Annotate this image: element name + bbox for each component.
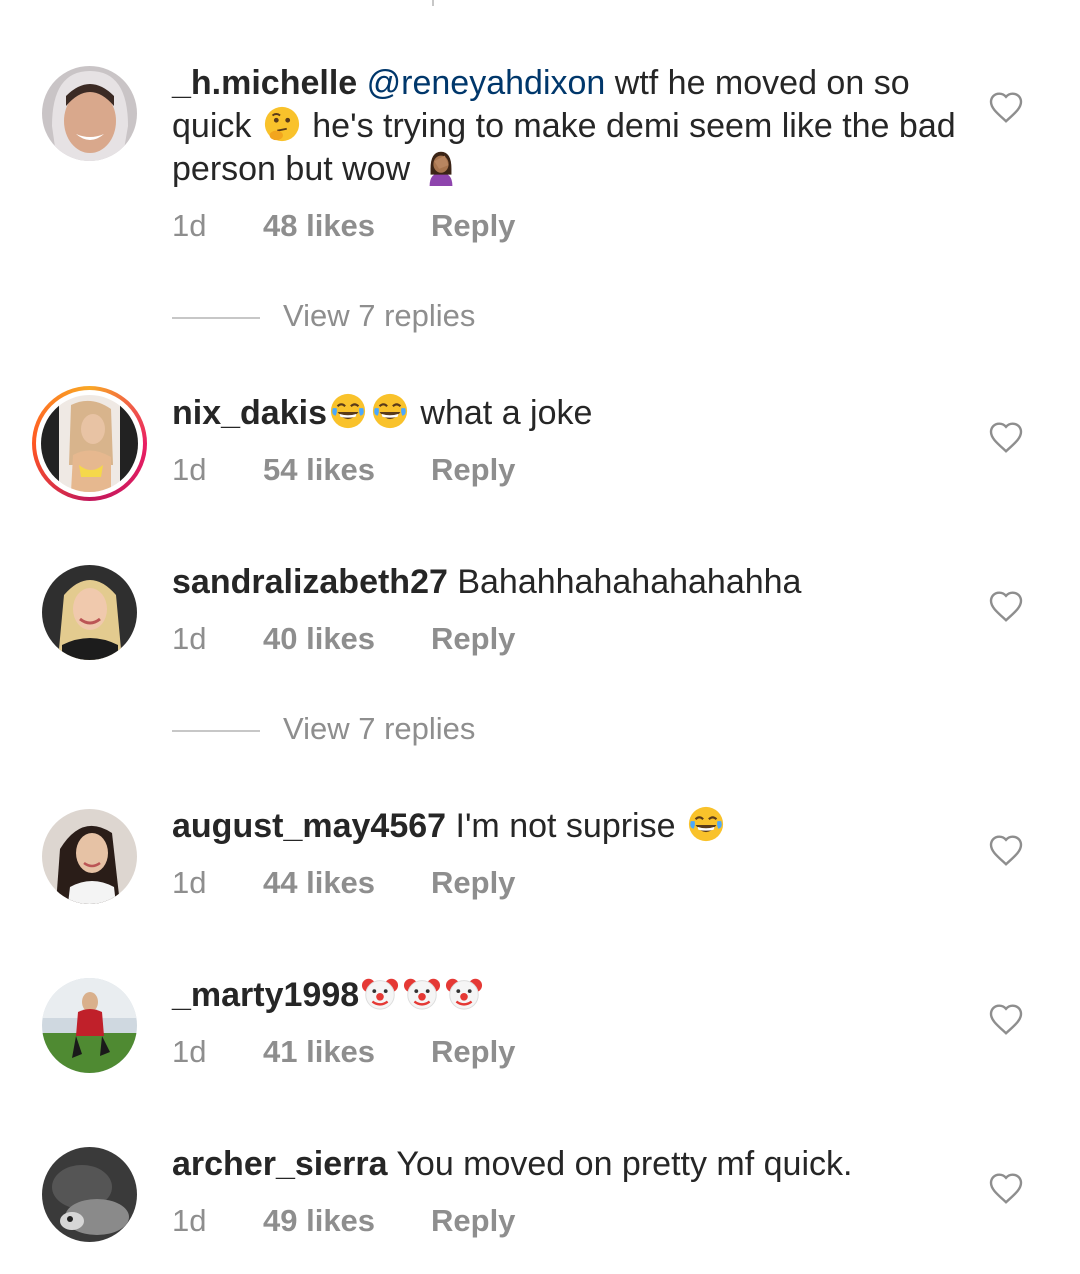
- comment-body: You moved on pretty mf quick.: [387, 1145, 853, 1183]
- comment-likes[interactable]: 54 likes: [263, 452, 375, 488]
- face-with-tears-of-joy-icon: [372, 393, 408, 429]
- view-replies-label[interactable]: View 7 replies: [283, 298, 475, 334]
- clown-face-icon: [362, 978, 399, 1010]
- comment-username[interactable]: _marty1998: [172, 976, 359, 1014]
- view-replies-label[interactable]: View 7 replies: [283, 711, 475, 747]
- comment-time: 1d: [172, 1034, 207, 1069]
- avatar-with-story-ring[interactable]: [32, 386, 147, 501]
- comment-time: 1d: [172, 1203, 207, 1238]
- comment-time: 1d: [172, 621, 207, 656]
- comment-username[interactable]: sandralizabeth27: [172, 563, 448, 601]
- comment-username[interactable]: august_may4567: [172, 807, 446, 845]
- reply-button[interactable]: Reply: [431, 621, 515, 657]
- thinking-face-icon: [264, 106, 299, 142]
- heart-outline-icon[interactable]: [988, 833, 1024, 867]
- reply-button[interactable]: Reply: [431, 865, 515, 901]
- comment-likes[interactable]: 41 likes: [263, 1034, 375, 1070]
- comment-body: Bahahhahahahahahha: [447, 563, 802, 601]
- comment-username[interactable]: _h.michelle: [172, 64, 357, 102]
- reply-button[interactable]: Reply: [431, 1034, 515, 1070]
- comment-text: _marty1998: [172, 974, 962, 1017]
- comment-text: august_may4567 I'm not suprise: [172, 805, 962, 848]
- comment-time: 1d: [172, 208, 207, 243]
- view-replies-toggle[interactable]: View 7 replies: [172, 711, 572, 751]
- avatar-ring-gap: [36, 390, 143, 497]
- comment-text: _h.michelle @reneyahdixon wtf he moved o…: [172, 62, 962, 191]
- avatar[interactable]: [42, 809, 137, 904]
- heart-outline-icon[interactable]: [988, 589, 1024, 623]
- comment-time: 1d: [172, 865, 207, 900]
- reply-button[interactable]: Reply: [431, 452, 515, 488]
- comment-username[interactable]: nix_dakis: [172, 394, 327, 432]
- comment-time: 1d: [172, 452, 207, 487]
- heart-outline-icon[interactable]: [988, 90, 1024, 124]
- heart-outline-icon[interactable]: [988, 1002, 1024, 1036]
- view-replies-toggle[interactable]: View 7 replies: [172, 298, 572, 338]
- comment-body: I'm not suprise: [446, 807, 685, 845]
- face-with-tears-of-joy-icon: [330, 393, 366, 429]
- comment-likes[interactable]: 40 likes: [263, 621, 375, 657]
- reply-button[interactable]: Reply: [431, 208, 515, 244]
- avatar[interactable]: [42, 978, 137, 1073]
- reply-button[interactable]: Reply: [431, 1203, 515, 1239]
- mention-link[interactable]: @reneyahdixon: [367, 64, 606, 102]
- comment-likes[interactable]: 44 likes: [263, 865, 375, 901]
- comment-text: nix_dakis what a joke: [172, 392, 962, 435]
- heart-outline-icon[interactable]: [988, 1171, 1024, 1205]
- heart-outline-icon[interactable]: [988, 420, 1024, 454]
- woman-facepalming-icon: [429, 151, 452, 186]
- avatar[interactable]: [42, 1147, 137, 1242]
- face-with-tears-of-joy-icon: [688, 806, 724, 842]
- comment-username[interactable]: archer_sierra: [172, 1145, 388, 1183]
- comment-body: what a joke: [410, 394, 593, 432]
- replies-divider: [172, 730, 260, 732]
- avatar[interactable]: [42, 66, 137, 161]
- avatar: [41, 395, 138, 492]
- avatar[interactable]: [42, 565, 137, 660]
- clown-face-icon: [404, 978, 441, 1010]
- clown-face-icon: [446, 978, 483, 1010]
- comment-text: sandralizabeth27 Bahahhahahahahahha: [172, 561, 962, 604]
- comment-text: archer_sierra You moved on pretty mf qui…: [172, 1143, 962, 1186]
- comment-likes[interactable]: 48 likes: [263, 208, 375, 244]
- top-divider: [432, 0, 434, 6]
- comment-likes[interactable]: 49 likes: [263, 1203, 375, 1239]
- replies-divider: [172, 317, 260, 319]
